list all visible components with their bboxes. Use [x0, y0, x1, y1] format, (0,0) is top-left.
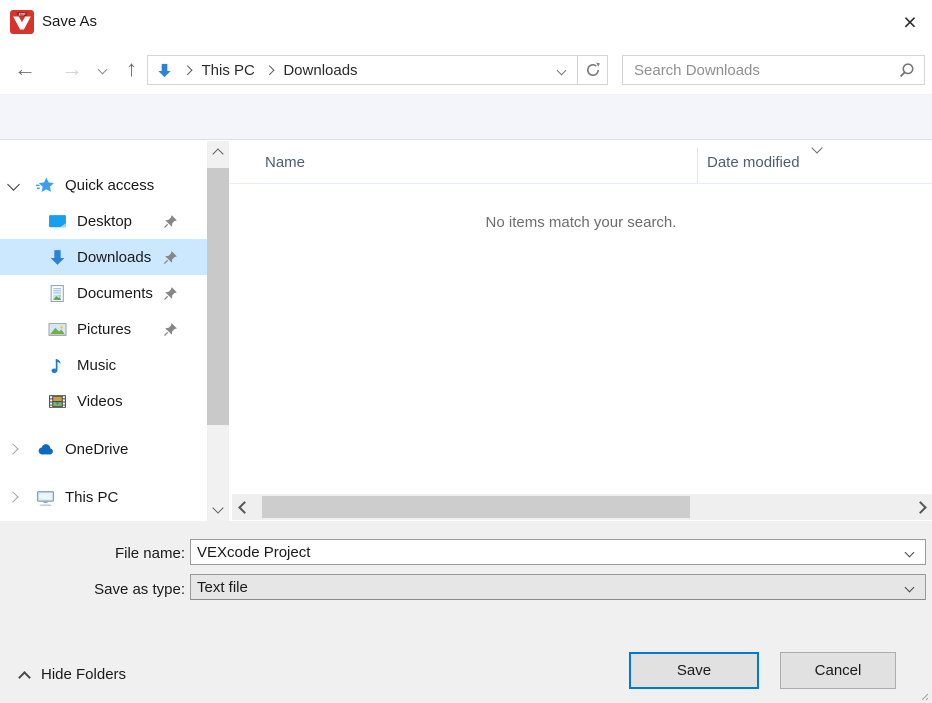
- scroll-down-icon[interactable]: [207, 495, 229, 521]
- search-box: [622, 55, 925, 85]
- pin-icon[interactable]: [163, 250, 178, 265]
- scroll-left-icon[interactable]: [232, 494, 256, 520]
- sidebar-item-label: OneDrive: [65, 441, 128, 458]
- navigation-pane: Quick access Desktop Downloads: [0, 141, 230, 521]
- forward-arrow-icon[interactable]: →: [61, 58, 83, 80]
- file-name-label: File name:: [0, 545, 185, 562]
- breadcrumb-chevron-icon[interactable]: [264, 65, 273, 74]
- sidebar-item-documents[interactable]: Documents: [0, 275, 207, 311]
- pin-icon[interactable]: [163, 286, 178, 301]
- recent-locations-chevron-icon[interactable]: [98, 65, 108, 75]
- address-bar[interactable]: This PC Downloads: [147, 55, 608, 85]
- breadcrumb-this-pc[interactable]: This PC: [202, 62, 255, 79]
- refresh-icon: [585, 62, 601, 78]
- sidebar-item-label: Quick access: [65, 177, 154, 194]
- file-list-pane: Name Date modified No items match your s…: [230, 141, 932, 521]
- sidebar-item-label: Videos: [77, 393, 123, 410]
- quick-access-star-icon: [36, 176, 55, 195]
- close-icon[interactable]: ×: [894, 6, 926, 38]
- sidebar-item-quick-access[interactable]: Quick access: [0, 167, 207, 203]
- hide-folders-button[interactable]: Hide Folders: [20, 666, 126, 683]
- header-underline: [230, 183, 932, 184]
- sidebar-item-music[interactable]: Music: [0, 347, 207, 383]
- downloads-icon: [48, 248, 67, 267]
- column-header-name[interactable]: Name: [265, 154, 305, 171]
- onedrive-cloud-icon: [36, 440, 55, 459]
- back-arrow-icon[interactable]: ←: [14, 58, 36, 80]
- scroll-up-icon[interactable]: [207, 141, 229, 167]
- column-header-date-modified[interactable]: Date modified: [707, 154, 800, 171]
- column-separator[interactable]: [697, 148, 698, 183]
- sidebar-item-label: Music: [77, 357, 116, 374]
- save-as-type-dropdown-chevron-icon[interactable]: [905, 582, 915, 592]
- command-toolbar: Organize New folder ?: [0, 94, 932, 140]
- up-arrow-icon[interactable]: ↑: [126, 58, 137, 80]
- sort-indicator-chevron-icon: [811, 142, 822, 153]
- pin-icon[interactable]: [163, 322, 178, 337]
- address-dropdown-chevron-icon[interactable]: [557, 65, 567, 75]
- videos-filmstrip-icon: [48, 392, 67, 411]
- save-as-dialog: EXP Save As × ← → ↑ This PC Downloads: [0, 0, 932, 703]
- refresh-button[interactable]: [577, 56, 607, 84]
- svg-text:EXP: EXP: [19, 12, 27, 16]
- breadcrumb-downloads[interactable]: Downloads: [283, 62, 357, 79]
- hide-folders-label: Hide Folders: [41, 666, 126, 683]
- sidebar-scrollbar[interactable]: [207, 141, 229, 521]
- chevron-up-icon: [18, 671, 31, 684]
- expander-chevron-icon[interactable]: [7, 178, 20, 191]
- title-bar: EXP Save As ×: [0, 0, 932, 44]
- sidebar-item-downloads[interactable]: Downloads: [0, 239, 207, 275]
- music-note-icon: [48, 356, 67, 375]
- scroll-right-icon[interactable]: [908, 494, 932, 520]
- breadcrumb-chevron-icon[interactable]: [183, 65, 192, 74]
- save-as-type-value: Text file: [191, 579, 906, 596]
- sidebar-item-onedrive[interactable]: OneDrive: [0, 431, 207, 467]
- sidebar-item-desktop[interactable]: Desktop: [0, 203, 207, 239]
- empty-list-message: No items match your search.: [230, 214, 932, 231]
- sidebar-item-label: Documents: [77, 285, 153, 302]
- downloads-folder-icon: [156, 62, 173, 79]
- search-icon[interactable]: [898, 62, 915, 79]
- sidebar-item-this-pc[interactable]: This PC: [0, 479, 207, 515]
- save-as-type-label: Save as type:: [0, 581, 185, 598]
- sidebar-item-label: Downloads: [77, 249, 151, 266]
- sidebar-item-label: Desktop: [77, 213, 132, 230]
- resize-grip[interactable]: [919, 691, 929, 701]
- sidebar-item-videos[interactable]: Videos: [0, 383, 207, 419]
- pin-icon[interactable]: [163, 214, 178, 229]
- scrollbar-thumb[interactable]: [262, 496, 690, 518]
- sidebar-item-pictures[interactable]: Pictures: [0, 311, 207, 347]
- file-name-input[interactable]: [191, 544, 906, 561]
- search-input[interactable]: [623, 62, 898, 79]
- sidebar-item-label: This PC: [65, 489, 118, 506]
- file-name-combobox: [190, 539, 926, 565]
- vexcode-app-icon: EXP: [10, 10, 34, 34]
- bottom-panel: File name: Save as type: Text file Hide …: [0, 521, 932, 703]
- pictures-icon: [48, 320, 67, 339]
- documents-icon: [48, 284, 67, 303]
- scrollbar-thumb[interactable]: [207, 168, 229, 425]
- save-button[interactable]: Save: [629, 652, 759, 689]
- desktop-icon: [48, 212, 67, 231]
- window-title: Save As: [42, 13, 97, 30]
- cancel-button[interactable]: Cancel: [780, 652, 896, 689]
- file-name-dropdown-chevron-icon[interactable]: [905, 547, 915, 557]
- file-list-horizontal-scrollbar[interactable]: [232, 494, 932, 520]
- save-as-type-combobox[interactable]: Text file: [190, 574, 926, 600]
- this-pc-monitor-icon: [36, 488, 55, 507]
- sidebar-item-label: Pictures: [77, 321, 131, 338]
- expander-chevron-icon[interactable]: [7, 443, 18, 454]
- expander-chevron-icon[interactable]: [7, 491, 18, 502]
